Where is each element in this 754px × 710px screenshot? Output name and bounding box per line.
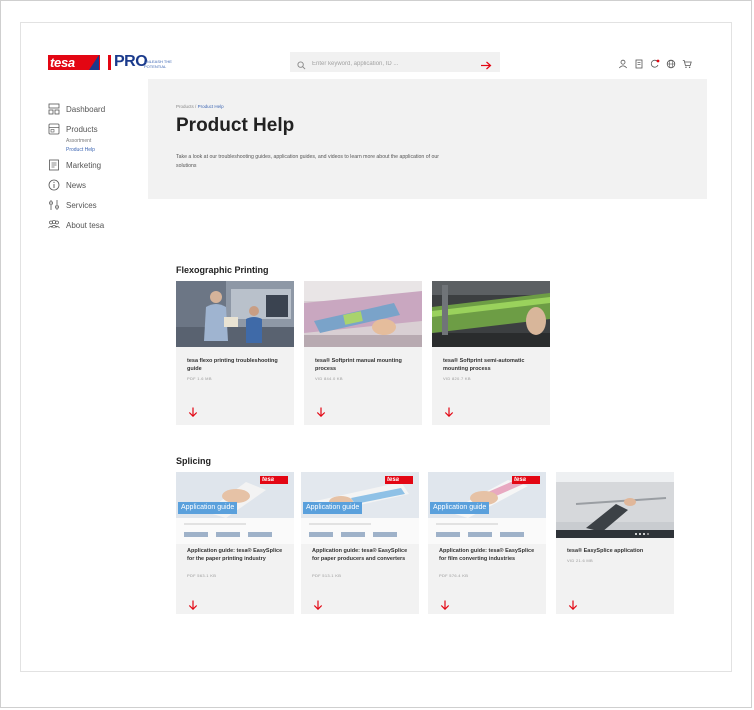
download-arrow-icon[interactable] [188, 597, 198, 611]
user-icon[interactable] [618, 56, 628, 69]
sidebar-item-label: News [66, 181, 87, 190]
card-title[interactable]: tesa flexo printing troubleshooting guid… [187, 357, 285, 373]
card-meta: PDF 563.1 KB [187, 573, 217, 578]
application-guide-badge: Application guide [178, 502, 238, 514]
card-image-semi-automatic-mounting [432, 281, 550, 347]
breadcrumb-separator: / [195, 104, 197, 109]
pro-tagline: Unleash the potential [144, 59, 172, 69]
search-submit-arrow-icon[interactable] [481, 57, 492, 75]
products-icon [48, 123, 60, 135]
search-icon [297, 57, 306, 75]
card-title[interactable]: Application guide: tesa® EasySplice for … [439, 547, 537, 563]
download-arrow-icon[interactable] [568, 597, 578, 611]
resource-card[interactable]: tesa® Softprint manual mounting process … [304, 281, 422, 425]
card-meta: VID 820.7 KB [443, 376, 471, 381]
dashboard-icon [48, 103, 60, 115]
download-arrow-icon[interactable] [316, 404, 326, 418]
sidebar-item-news[interactable]: News [48, 179, 148, 199]
resource-card[interactable]: tesa flexo printing troubleshooting guid… [176, 281, 294, 425]
cart-icon[interactable] [682, 56, 692, 68]
card-title[interactable]: Application guide: tesa® EasySplice for … [187, 547, 285, 563]
search-bar[interactable] [290, 52, 500, 75]
download-arrow-icon[interactable] [440, 597, 450, 611]
card-title[interactable]: tesa® Softprint manual mounting process [315, 357, 413, 373]
card-image-easysplice-video [556, 472, 674, 538]
breadcrumb-products[interactable]: Products [176, 104, 194, 109]
card-tesa-logo: tesa [512, 476, 540, 484]
card-image-manual-mounting [304, 281, 422, 347]
section-title-splicing: Splicing [176, 456, 212, 466]
resource-card[interactable]: tesa® Softprint semi-automatic mounting … [432, 281, 550, 425]
card-tesa-logo: tesa [260, 476, 288, 484]
sidebar: Dashboard Products Assortment Product He… [48, 103, 148, 239]
sidebar-item-label: Marketing [66, 161, 102, 170]
page-description: Take a look at our troubleshooting guide… [176, 154, 440, 169]
card-meta: PDF 576.4 KB [439, 573, 469, 578]
sidebar-item-label: Dashboard [66, 105, 106, 114]
sidebar-item-products[interactable]: Products [48, 123, 148, 143]
card-image-guide-paper-producers: tesa Application guide [301, 472, 419, 544]
services-icon [48, 199, 60, 211]
sidebar-item-label: Services [66, 201, 97, 210]
resource-card[interactable]: tesa Application guide Application guide… [428, 472, 546, 614]
header-icons [618, 56, 692, 69]
card-image-troubleshooting [176, 281, 294, 347]
application-guide-badge: Application guide [430, 502, 490, 514]
card-image-guide-paper-printing: tesa Application guide [176, 472, 294, 544]
card-tesa-logo: tesa [385, 476, 413, 484]
marketing-icon [48, 159, 60, 171]
breadcrumb: Products / Product Help [176, 104, 224, 109]
people-icon [48, 219, 60, 231]
card-meta: PDF 1.6 MB [187, 376, 212, 381]
notification-icon[interactable] [650, 56, 660, 68]
sidebar-subitem-product-help[interactable]: Product Help [48, 146, 148, 155]
card-image-guide-film-converting: tesa Application guide [428, 472, 546, 544]
pro-logo[interactable]: PRO [114, 53, 148, 71]
card-title[interactable]: tesa® Softprint semi-automatic mounting … [443, 357, 541, 373]
tesa-logo-accent [89, 55, 99, 70]
download-arrow-icon[interactable] [444, 404, 454, 418]
application-guide-badge: Application guide [303, 502, 363, 514]
card-title[interactable]: Application guide: tesa® EasySplice for … [312, 547, 410, 563]
sidebar-item-services[interactable]: Services [48, 199, 148, 219]
resource-card[interactable]: tesa Application guide Application guide… [176, 472, 294, 614]
card-meta: VID 21.6 MB [567, 558, 593, 563]
breadcrumb-current: Product Help [197, 104, 224, 109]
resource-card[interactable]: tesa® EasySplice application VID 21.6 MB [556, 472, 674, 614]
pro-logo-bar [108, 55, 111, 70]
card-title[interactable]: tesa® EasySplice application [567, 547, 665, 555]
download-arrow-icon[interactable] [188, 404, 198, 418]
sidebar-item-dashboard[interactable]: Dashboard [48, 103, 148, 123]
news-icon [48, 179, 60, 191]
sidebar-item-label: Products [66, 125, 98, 134]
card-meta: VID 844.0 KB [315, 376, 343, 381]
sidebar-item-label: About tesa [66, 221, 105, 230]
search-input[interactable] [312, 54, 482, 74]
page-title: Product Help [176, 115, 295, 136]
sidebar-item-about-tesa[interactable]: About tesa [48, 219, 148, 239]
resource-card[interactable]: tesa Application guide Application guide… [301, 472, 419, 614]
download-arrow-icon[interactable] [313, 597, 323, 611]
section-title-flexographic-printing: Flexographic Printing [176, 265, 269, 275]
sidebar-item-marketing[interactable]: Marketing [48, 159, 148, 179]
globe-icon[interactable] [666, 56, 676, 69]
card-meta: PDF 513.1 KB [312, 573, 342, 578]
bookmark-icon[interactable] [634, 56, 644, 69]
page-hero: Products / Product Help Product Help Tak… [148, 79, 707, 199]
